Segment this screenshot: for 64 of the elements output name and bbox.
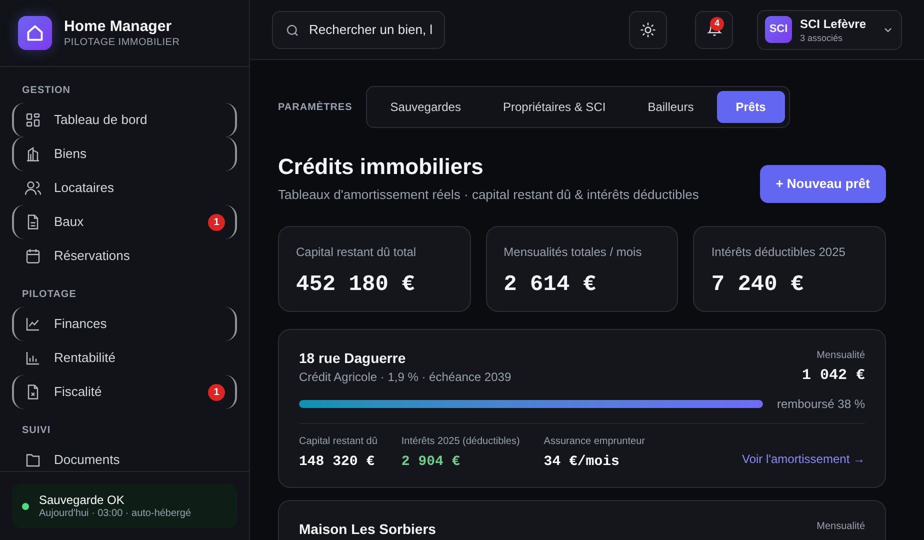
page-subtitle: Tableaux d'amortissement réels · capital restant dû & intérêts déductibles [278, 186, 699, 204]
payment-label: Mensualité [816, 520, 865, 534]
stat-value: 7 240 € [711, 272, 805, 296]
building-icon [24, 145, 42, 163]
sun-icon [640, 22, 656, 38]
theme-toggle-button[interactable] [629, 10, 667, 48]
calendar-icon [24, 247, 42, 265]
notifications-button[interactable]: 4 [695, 10, 733, 48]
tab[interactable]: Bailleurs [628, 91, 713, 123]
nav-item[interactable]: Finances [12, 307, 237, 341]
users-icon [24, 179, 42, 197]
folder-icon [24, 451, 42, 469]
loan-name: Maison Les Sorbiers [299, 520, 436, 539]
backup-title: Sauvegarde OK [39, 492, 126, 508]
nav-section-title: GESTION [21, 84, 72, 98]
payment-label: Mensualité [816, 348, 865, 362]
field-label: Capital restant dû [299, 435, 378, 449]
count-badge: 1 [208, 214, 225, 230]
nav-section-title: PILOTAGE [21, 288, 78, 302]
nav-section-title: SUIVI [21, 424, 52, 438]
section-label: PARAMÈTRES [278, 100, 352, 114]
account-detail: 3 associés [800, 32, 843, 44]
repaid-percentage: remboursé 38 % [776, 396, 865, 413]
nav-item[interactable]: Biens [12, 137, 237, 171]
field-value: 34 €/mois [544, 453, 620, 472]
search-icon [285, 22, 300, 38]
stat-value: 452 180 € [296, 272, 416, 296]
search-field[interactable]: Rechercher un bien, l [272, 10, 445, 48]
bar-chart-icon [24, 349, 42, 367]
notification-badge: 4 [710, 16, 724, 30]
nav-item[interactable]: Fiscalité 1 [12, 375, 237, 409]
field-label: Assurance emprunteur [544, 435, 645, 449]
stat-label: Intérêts déductibles 2025 [711, 244, 846, 260]
page-title: Crédits immobiliers [278, 153, 484, 181]
app-subtitle: PILOTAGE IMMOBILIER [64, 37, 180, 49]
loan-detail: Crédit Agricole · 1,9 % · échéance 2039 [299, 368, 512, 386]
tab[interactable]: Propriétaires & SCI [484, 91, 625, 123]
home-logo-icon [18, 16, 52, 50]
payment-amount: 1 042 € [802, 366, 865, 386]
account-avatar: SCI [765, 16, 792, 43]
nav-item[interactable]: Réservations [12, 239, 237, 273]
line-chart-icon [24, 315, 42, 333]
backup-detail: Aujourd'hui · 03:00 · auto-hébergé [39, 508, 192, 520]
dashboard-grid-icon [24, 111, 42, 129]
stat-label: Mensualités totales / mois [504, 244, 643, 260]
stat-label: Capital restant dû total [296, 244, 418, 260]
field-value: 148 320 € [299, 453, 376, 472]
stat-value: 2 614 € [504, 272, 598, 296]
nav-item[interactable]: Tableau de bord [12, 103, 237, 137]
app-title: Home Manager [64, 17, 173, 37]
account-switcher[interactable]: SCI SCI Lefèvre 3 associés [757, 10, 902, 50]
account-name: SCI Lefèvre [800, 16, 866, 32]
nav-item[interactable]: Documents [12, 443, 237, 471]
field-value: 2 904 € [401, 453, 462, 472]
nav-item[interactable]: Rentabilité [12, 341, 237, 375]
tab[interactable]: Sauvegardes [371, 91, 480, 123]
tab[interactable]: Prêts [716, 91, 785, 123]
loan-name: 18 rue Daguerre [299, 348, 407, 368]
amortization-link[interactable]: Voir l'amortissement → [742, 450, 865, 468]
count-badge: 1 [208, 384, 225, 400]
field-label: Intérêts 2025 (déductibles) [401, 435, 520, 449]
nav-item[interactable]: Baux 1 [12, 205, 237, 239]
new-loan-button[interactable]: + Nouveau prêt [760, 165, 886, 203]
nav-item[interactable]: Locataires [12, 171, 237, 205]
